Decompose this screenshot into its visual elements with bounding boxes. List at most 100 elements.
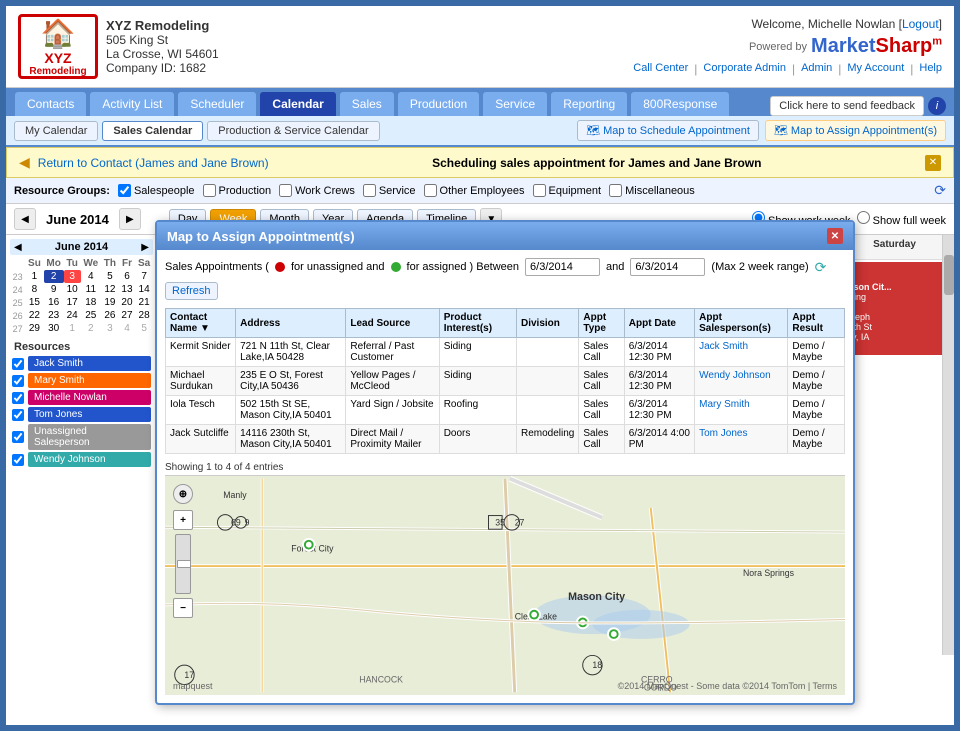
link-my-account[interactable]: My Account (847, 62, 904, 76)
nav-production[interactable]: Production (397, 91, 480, 116)
date-from-input[interactable] (525, 258, 600, 276)
show-full-week-label[interactable]: Show full week (857, 211, 946, 227)
cell-address-0: 721 N 11th St, Clear Lake,IA 50428 (236, 338, 346, 367)
svg-text:Manly: Manly (223, 490, 247, 500)
prev-month-button[interactable]: ◀ (14, 208, 36, 230)
resource-salespeople[interactable]: Salespeople (118, 184, 195, 197)
cell-type-3: Sales Call (579, 425, 624, 454)
banner-return-link[interactable]: Return to Contact (James and Jane Brown) (38, 156, 269, 170)
feedback-button[interactable]: Click here to send feedback (770, 96, 924, 116)
banner-arrow-icon: ◀ (19, 154, 30, 171)
logo-box: 🏠 XYZ Remodeling (18, 14, 98, 79)
map-schedule-btn[interactable]: 🗺 Map to Schedule Appointment (577, 120, 759, 141)
table-row: Iola Tesch 502 15th St SE, Mason City,IA… (166, 396, 845, 425)
zoom-in-button[interactable]: + (173, 510, 193, 530)
legend-assigned-icon (391, 262, 401, 272)
col-product[interactable]: Product Interest(s) (439, 309, 516, 338)
link-call-center[interactable]: Call Center (633, 62, 688, 76)
date-to-input[interactable] (630, 258, 705, 276)
nav-calendar[interactable]: Calendar (259, 91, 336, 116)
scroll-thumb[interactable] (944, 255, 954, 295)
day-sa: Sa (135, 257, 153, 270)
resource-work-crews[interactable]: Work Crews (279, 184, 355, 197)
resource-equipment[interactable]: Equipment (533, 184, 602, 197)
col-address[interactable]: Address (236, 309, 346, 338)
mini-cal-next[interactable]: ▶ (141, 242, 149, 253)
salesperson-link-1[interactable]: Wendy Johnson (699, 370, 771, 381)
day-th: Th (101, 257, 119, 270)
next-month-button[interactable]: ▶ (119, 208, 141, 230)
modal-close-button[interactable]: ✕ (827, 228, 843, 244)
cell-address-3: 14116 230th St, Mason City,IA 50401 (236, 425, 346, 454)
link-admin[interactable]: Admin (801, 62, 832, 76)
col-salesperson[interactable]: Appt Salesperson(s) (695, 309, 788, 338)
map-nav-icon: ⊕ (173, 484, 193, 504)
logout-link[interactable]: Logout (902, 17, 939, 31)
nav-sales[interactable]: Sales (339, 91, 395, 116)
nav-reporting[interactable]: Reporting (550, 91, 628, 116)
company-id: Company ID: 1682 (106, 61, 219, 75)
banner-close-button[interactable]: ✕ (925, 155, 941, 171)
map-copyright-text: ©2014 MapQuest - Some data ©2014 TomTom … (618, 681, 837, 691)
svg-text:18: 18 (592, 660, 602, 670)
nav-800response[interactable]: 800Response (630, 91, 730, 116)
col-appt-type[interactable]: Appt Type (579, 309, 624, 338)
cell-product-0: Siding (439, 338, 516, 367)
cell-person-3: Tom Jones (695, 425, 788, 454)
mini-calendar: ◀ June 2014 ▶ Su Mo Tu We Th Fr (10, 239, 153, 335)
main-nav: Contacts Activity List Scheduler Calenda… (6, 88, 954, 116)
modal-filter: Sales Appointments ( for unassigned and … (165, 258, 845, 300)
resource-jack-smith: Jack Smith (10, 355, 153, 372)
nav-activity-list[interactable]: Activity List (89, 91, 175, 116)
salesperson-link-0[interactable]: Jack Smith (699, 341, 748, 352)
link-help[interactable]: Help (919, 62, 942, 76)
sub-tab-sales-calendar[interactable]: Sales Calendar (102, 121, 203, 141)
welcome-text: Welcome, Michelle Nowlan [Logout] (633, 17, 942, 31)
mini-cal-prev[interactable]: ◀ (14, 242, 22, 253)
sub-tab-my-calendar[interactable]: My Calendar (14, 121, 98, 141)
selected-day[interactable]: 2 (44, 270, 64, 283)
zoom-slider[interactable] (175, 534, 191, 594)
right-event-label: Mason Cit... (841, 282, 948, 292)
day-mo: Mo (44, 257, 64, 270)
cell-person-1: Wendy Johnson (695, 367, 788, 396)
nav-contacts[interactable]: Contacts (14, 91, 87, 116)
salesperson-link-2[interactable]: Mary Smith (699, 399, 750, 410)
table-row: Jack Sutcliffe 14116 230th St, Mason Cit… (166, 425, 845, 454)
scrollbar[interactable] (942, 235, 954, 655)
cell-result-2: Demo / Maybe (788, 396, 845, 425)
cell-product-3: Doors (439, 425, 516, 454)
cell-contact-1: Michael Surdukan (166, 367, 236, 396)
mini-cal-week-26: 26 22 23 24 25 26 27 28 (10, 309, 153, 322)
map-assign-btn[interactable]: 🗺 Map to Assign Appointment(s) (765, 120, 946, 141)
today-day[interactable]: 3 (64, 270, 81, 283)
resource-production[interactable]: Production (203, 184, 272, 197)
salesperson-link-3[interactable]: Tom Jones (699, 428, 747, 439)
nav-service[interactable]: Service (482, 91, 548, 116)
resource-miscellaneous[interactable]: Miscellaneous (609, 184, 695, 197)
sub-tab-production-service[interactable]: Production & Service Calendar (207, 121, 379, 141)
mini-cal-week-24: 24 8 9 10 11 12 13 14 (10, 283, 153, 296)
cell-person-2: Mary Smith (695, 396, 788, 425)
mapquest-label: mapquest (173, 681, 213, 691)
nav-scheduler[interactable]: Scheduler (177, 91, 257, 116)
zoom-handle[interactable] (177, 560, 191, 568)
table-row: Michael Surdukan 235 E O St, Forest City… (166, 367, 845, 396)
col-division[interactable]: Division (517, 309, 579, 338)
col-result[interactable]: Appt Result (788, 309, 845, 338)
cell-division-2 (517, 396, 579, 425)
col-lead-source[interactable]: Lead Source (346, 309, 439, 338)
refresh-button[interactable]: Refresh (165, 282, 218, 300)
col-contact-name[interactable]: Contact Name ▼ (166, 309, 236, 338)
svg-text:17: 17 (184, 670, 194, 680)
col-appt-date[interactable]: Appt Date (624, 309, 694, 338)
mini-cal-week-27: 27 29 30 1 2 3 4 5 (10, 322, 153, 335)
link-corporate-admin[interactable]: Corporate Admin (703, 62, 786, 76)
refresh-icon: ⟳ (815, 259, 827, 276)
resource-service[interactable]: Service (363, 184, 416, 197)
map-assign-icon: 🗺 (774, 124, 788, 137)
resource-other-employees[interactable]: Other Employees (424, 184, 525, 197)
info-icon[interactable]: i (928, 97, 946, 115)
zoom-out-button[interactable]: − (173, 598, 193, 618)
refresh-icon[interactable]: ⟳ (934, 182, 946, 199)
